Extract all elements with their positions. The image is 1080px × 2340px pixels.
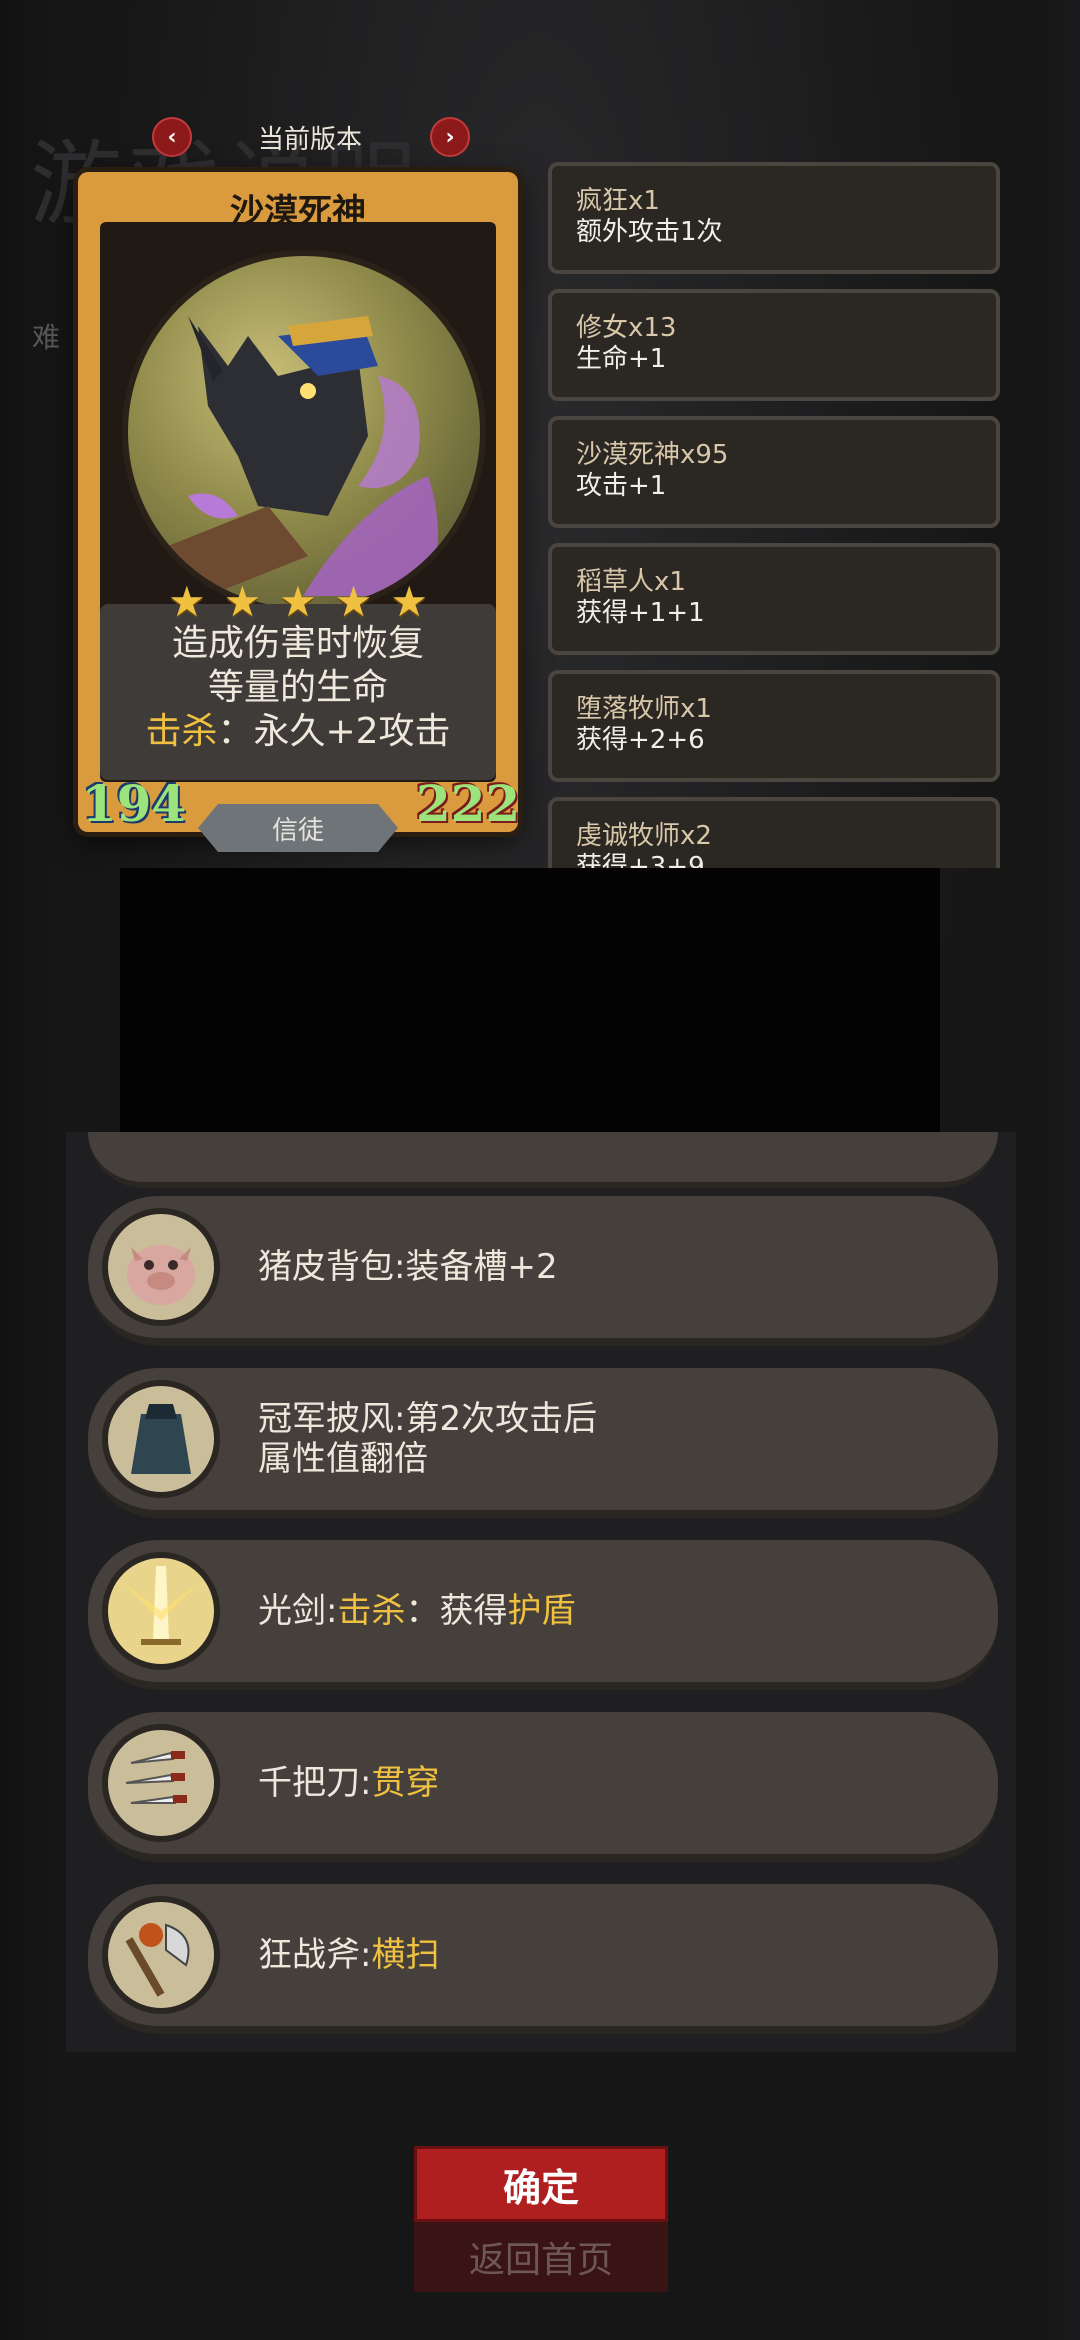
equipment-row-partial xyxy=(88,1132,998,1188)
light-sword-icon xyxy=(102,1552,220,1670)
buff-effect: 生命+1 xyxy=(576,344,667,374)
desc-line-1: 造成伤害时恢复 xyxy=(171,623,424,664)
unit-card[interactable]: 沙漠死神 造成伤害时恢复 等量的生命 击杀：永久+2攻击 ★ ★ ★ ★ ★ 1… xyxy=(78,172,520,852)
keyword-sweep: 横扫 xyxy=(371,1935,440,1975)
equipment-list[interactable]: 猪皮背包:装备槽+2 冠军披风:第2次攻击后 属性值翻倍 光剑:击杀：获得护盾 … xyxy=(66,1132,1016,2052)
buff-list[interactable]: 疯狂x1 额外攻击1次 修女x13 生命+1 沙漠死神x95 攻击+1 稻草人x… xyxy=(548,162,1004,868)
equipment-name: 猪皮背包 xyxy=(258,1247,394,1287)
equipment-name: 冠军披风 xyxy=(258,1399,394,1439)
star-icon: ★ xyxy=(390,577,428,626)
buff-effect: 获得+2+6 xyxy=(576,725,705,755)
chevron-right-icon[interactable]: › xyxy=(430,117,470,157)
version-label: 当前版本 xyxy=(257,125,362,155)
keyword-kill: 击杀 xyxy=(145,711,218,752)
desc-kill-effect: ：永久+2攻击 xyxy=(217,711,451,752)
equipment-row[interactable]: 光剑:击杀：获得护盾 xyxy=(88,1540,998,1690)
buff-item: 稻草人x1 获得+1+1 xyxy=(548,543,1000,655)
equipment-text: 猪皮背包:装备槽+2 xyxy=(258,1247,558,1287)
right-shade xyxy=(1040,0,1080,2340)
equipment-row[interactable]: 猪皮背包:装备槽+2 xyxy=(88,1196,998,1346)
buff-name: 堕落牧师x1 xyxy=(576,694,712,724)
pig-backpack-icon xyxy=(102,1208,220,1326)
equipment-text: 光剑:击杀：获得护盾 xyxy=(258,1591,576,1631)
attack-value: 194 xyxy=(81,773,187,833)
keyword-pierce: 贯穿 xyxy=(371,1763,440,1803)
version-switcher: ‹ 当前版本 › xyxy=(150,115,470,159)
equipment-text: 狂战斧:横扫 xyxy=(258,1935,440,1975)
star-rating: ★ ★ ★ ★ ★ xyxy=(168,580,428,624)
cloak-icon xyxy=(102,1380,220,1498)
equipment-text: 千把刀:贯穿 xyxy=(258,1763,440,1803)
equipment-name: 千把刀 xyxy=(258,1763,360,1803)
star-icon: ★ xyxy=(223,577,262,626)
star-icon: ★ xyxy=(334,577,373,626)
equipment-effect: 第2次攻击后 xyxy=(405,1399,598,1439)
equipment-effect: 装备槽+2 xyxy=(405,1247,558,1287)
buff-item: 修女x13 生命+1 xyxy=(548,289,1000,401)
knives-icon xyxy=(102,1724,220,1842)
equipment-effect-line2: 属性值翻倍 xyxy=(258,1439,428,1479)
buff-effect: 攻击+1 xyxy=(576,471,667,501)
buff-name: 沙漠死神x95 xyxy=(576,440,729,470)
buff-item: 堕落牧师x1 获得+2+6 xyxy=(548,670,1000,782)
equipment-row[interactable]: 千把刀:贯穿 xyxy=(88,1712,998,1862)
buff-item: 疯狂x1 额外攻击1次 xyxy=(548,162,1000,274)
buff-effect: 获得+1+1 xyxy=(576,598,705,628)
buff-item: 沙漠死神x95 攻击+1 xyxy=(548,416,1000,528)
equipment-row[interactable]: 狂战斧:横扫 xyxy=(88,1884,998,2034)
axe-icon xyxy=(102,1896,220,2014)
background-difficulty: 难 xyxy=(32,321,61,354)
buff-effect: 额外攻击1次 xyxy=(576,217,723,247)
buff-name: 稻草人x1 xyxy=(576,567,686,597)
card-description: 造成伤害时恢复 等量的生命 击杀：永久+2攻击 xyxy=(100,604,496,780)
desc-line-2: 等量的生命 xyxy=(207,667,388,708)
equipment-row[interactable]: 冠军披风:第2次攻击后 属性值翻倍 xyxy=(88,1368,998,1518)
buff-effect: 获得+3+9 xyxy=(576,852,705,868)
buff-name: 疯狂x1 xyxy=(576,186,660,216)
keyword-kill: 击杀 xyxy=(337,1591,406,1631)
health-value: 222 xyxy=(415,773,521,833)
buff-name: 修女x13 xyxy=(576,313,677,343)
anubis-portrait-icon xyxy=(122,250,486,614)
keyword-shield: 护盾 xyxy=(507,1591,576,1631)
equipment-name: 狂战斧 xyxy=(258,1935,360,1975)
buff-item: 虔诚牧师x2 获得+3+9 xyxy=(548,797,1000,868)
equipment-text: 冠军披风:第2次攻击后 属性值翻倍 xyxy=(258,1399,598,1479)
card-name: 沙漠死神 xyxy=(230,192,366,232)
empty-panel-area xyxy=(120,868,940,1132)
star-icon: ★ xyxy=(279,577,317,626)
return-home-button[interactable]: 返回首页 xyxy=(414,2222,668,2292)
desc-line-3: 击杀：永久+2攻击 xyxy=(100,710,496,754)
buff-name: 虔诚牧师x2 xyxy=(576,821,712,851)
star-icon: ★ xyxy=(168,577,206,626)
equipment-name: 光剑 xyxy=(258,1591,326,1631)
tribe-label: 信徒 xyxy=(198,804,398,852)
confirm-button[interactable]: 确定 xyxy=(414,2146,668,2222)
